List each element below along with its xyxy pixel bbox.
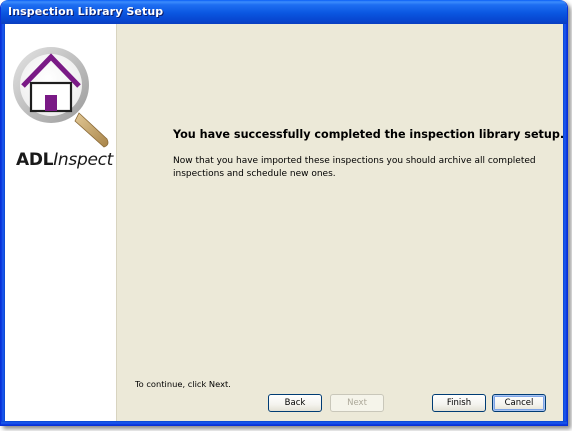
brand-wordmark: ADLInspect <box>16 150 113 170</box>
setup-window: Inspection Library Setup ADLInspect You … <box>0 0 568 426</box>
title-bar[interactable]: Inspection Library Setup <box>1 0 567 24</box>
back-button[interactable]: Back <box>268 394 322 412</box>
cancel-button[interactable]: Cancel <box>492 394 546 412</box>
finish-button[interactable]: Finish <box>432 394 486 412</box>
next-button[interactable]: Next <box>330 394 384 412</box>
sidebar-panel: ADLInspect <box>5 24 116 421</box>
wizard-content: You have successfully completed the insp… <box>117 24 565 421</box>
brand-bold: ADL <box>16 150 54 170</box>
adl-inspect-logo: ADLInspect <box>9 41 117 171</box>
window-frame-bottom <box>1 421 567 425</box>
window-frame-right <box>563 24 567 425</box>
window-title: Inspection Library Setup <box>8 5 164 18</box>
brand-italic: Inspect <box>53 150 114 170</box>
continue-hint: To continue, click Next. <box>135 379 231 389</box>
completion-heading: You have successfully completed the insp… <box>173 128 565 141</box>
completion-message: Now that you have imported these inspect… <box>173 156 536 179</box>
